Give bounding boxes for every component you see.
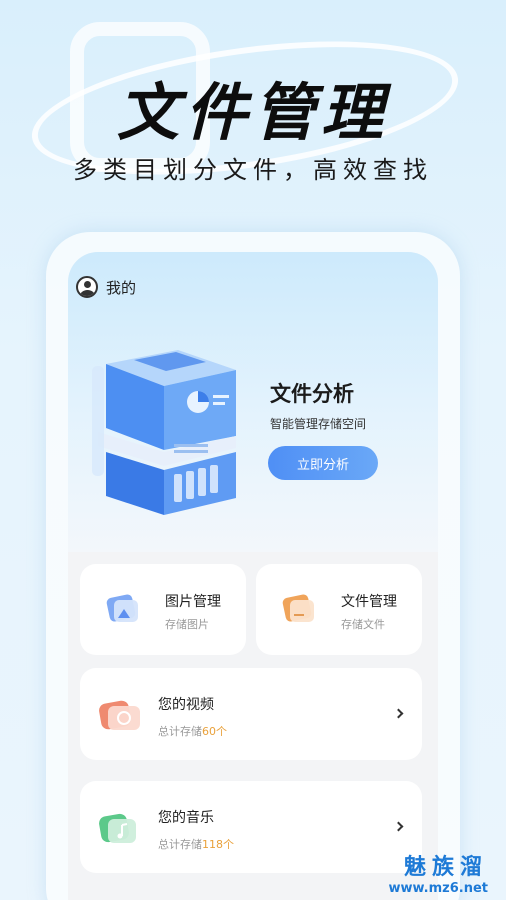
analysis-section: 我的 文件分析 智能管理存储空间 立即分析 bbox=[68, 252, 438, 552]
list-item-subtitle: 总计存储60个 bbox=[158, 725, 227, 738]
watermark-name: 魅族溜 bbox=[403, 855, 488, 880]
music-note-icon bbox=[99, 813, 136, 843]
tile-title: 图片管理 bbox=[165, 594, 221, 610]
file-manager-card[interactable]: 文件管理 存储文件 bbox=[256, 564, 422, 655]
watermark-url: www.mz6.net bbox=[388, 881, 488, 896]
hero-banner: 文件管理 多类目划分文件，高效查找 bbox=[0, 0, 506, 220]
music-list-item[interactable]: 您的音乐 总计存储118个 bbox=[80, 781, 422, 873]
storage-server-icon bbox=[92, 350, 236, 515]
hero-title: 文件管理 bbox=[116, 76, 389, 149]
camera-icon bbox=[99, 700, 140, 730]
analysis-description: 智能管理存储空间 bbox=[270, 417, 367, 431]
file-folder-icon bbox=[282, 594, 314, 622]
list-item-title: 您的音乐 bbox=[158, 810, 214, 826]
app-screen: 我的 文件分析 智能管理存储空间 立即分析 图片管理 存储图片 文件管理 存储文… bbox=[68, 252, 438, 900]
profile-entry[interactable]: 我的 bbox=[76, 276, 136, 298]
chevron-right-icon bbox=[393, 708, 404, 719]
list-item-subtitle: 总计存储118个 bbox=[158, 838, 234, 851]
image-folder-icon bbox=[106, 594, 138, 622]
image-manager-card[interactable]: 图片管理 存储图片 bbox=[80, 564, 246, 655]
video-count: 60个 bbox=[202, 725, 227, 738]
videos-list-item[interactable]: 您的视频 总计存储60个 bbox=[80, 668, 422, 760]
analysis-title: 文件分析 bbox=[270, 382, 354, 406]
tile-subtitle: 存储文件 bbox=[341, 618, 385, 631]
list-item-title: 您的视频 bbox=[158, 697, 214, 713]
hero-subtitle: 多类目划分文件，高效查找 bbox=[73, 156, 433, 184]
user-icon bbox=[76, 276, 98, 298]
tile-title: 文件管理 bbox=[341, 594, 397, 610]
tile-subtitle: 存储图片 bbox=[165, 618, 209, 631]
profile-label: 我的 bbox=[106, 278, 137, 297]
site-watermark: 魅族溜 www.mz6.net bbox=[388, 849, 488, 896]
music-count: 118个 bbox=[202, 838, 234, 851]
analyze-now-button[interactable]: 立即分析 bbox=[268, 446, 378, 480]
chevron-right-icon bbox=[393, 821, 404, 832]
